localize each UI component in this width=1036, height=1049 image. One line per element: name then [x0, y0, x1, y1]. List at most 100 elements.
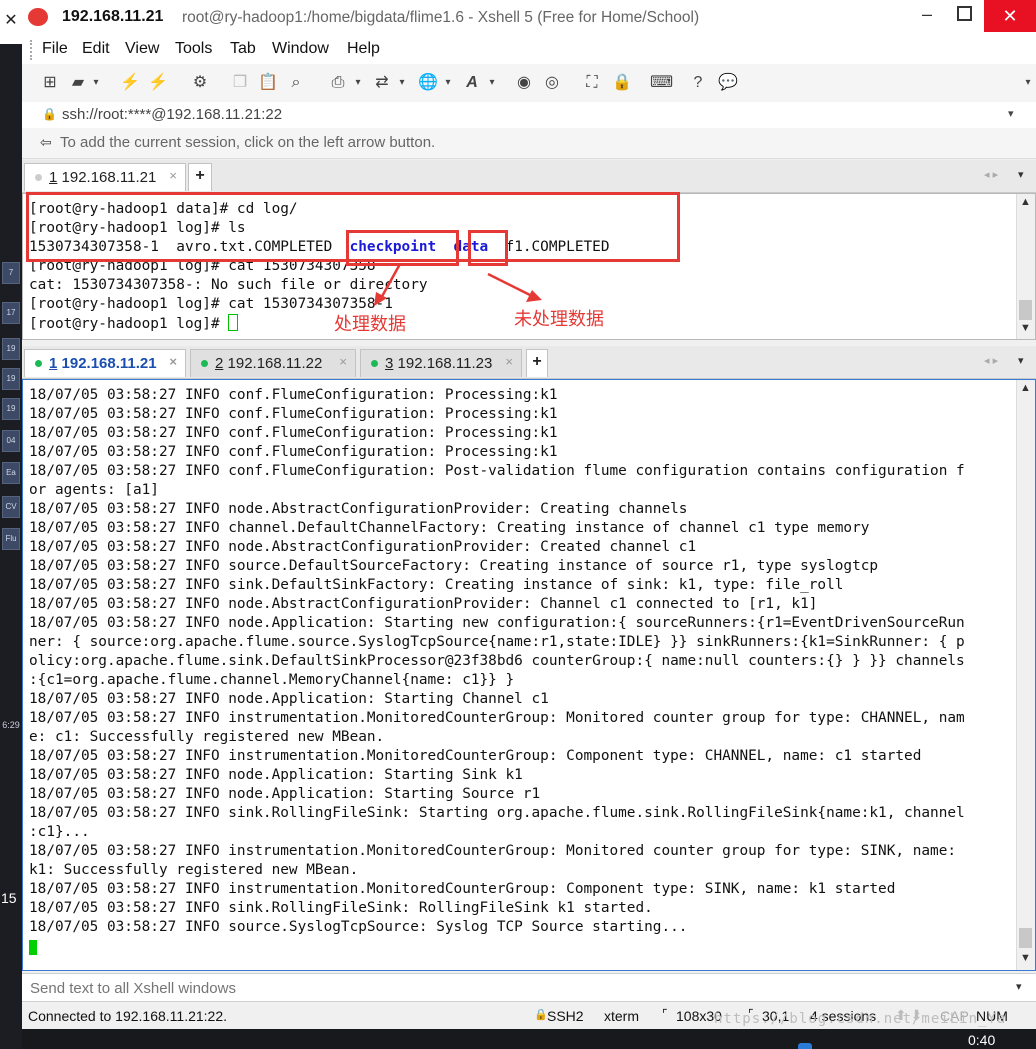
- desktop-icon[interactable]: 04: [2, 430, 20, 452]
- address-bar[interactable]: 🔒 ssh://root:****@192.168.11.21:22 ▾: [22, 102, 1036, 129]
- desktop-icon[interactable]: 17: [2, 302, 20, 324]
- scroll-up-icon[interactable]: ▲: [1020, 196, 1031, 208]
- tab-session-1[interactable]: 1 192.168.11.21 ×: [24, 349, 186, 377]
- menu-tools[interactable]: Tools: [175, 40, 212, 58]
- desktop-icon[interactable]: 19: [2, 398, 20, 420]
- session-address[interactable]: ssh://root:****@192.168.11.21:22: [62, 106, 282, 123]
- chevron-down-icon[interactable]: ▾: [86, 73, 106, 93]
- scroll-thumb[interactable]: [1019, 300, 1032, 320]
- log-line: 18/07/05 03:58:27 INFO node.AbstractConf…: [29, 596, 818, 612]
- log-line: or agents: [a1]: [29, 482, 159, 498]
- tab-scroll-icon[interactable]: ◂ ▸: [984, 168, 998, 181]
- transfer-icon[interactable]: ⇄: [372, 73, 392, 93]
- log-line: 18/07/05 03:58:27 INFO source.SyslogTcpS…: [29, 919, 688, 935]
- log-line: 18/07/05 03:58:27 INFO conf.FlumeConfigu…: [29, 463, 965, 479]
- bottom-scrollbar[interactable]: ▲ ▼: [1016, 380, 1035, 970]
- maximize-icon[interactable]: [957, 6, 972, 21]
- protocol-label: SSH2: [547, 1008, 584, 1024]
- menu-tab[interactable]: Tab: [230, 40, 256, 58]
- close-icon[interactable]: ✕: [984, 0, 1036, 32]
- close-x-icon[interactable]: ✕: [0, 10, 22, 30]
- xmanager-icon[interactable]: ◎: [542, 73, 562, 93]
- resize-icon: ⌜: [662, 1007, 668, 1021]
- scroll-thumb[interactable]: [1019, 928, 1032, 948]
- window-title: root@ry-hadoop1:/home/bigdata/flime1.6 -…: [182, 9, 700, 26]
- chevron-down-icon[interactable]: ▾: [1018, 354, 1024, 367]
- scroll-down-icon[interactable]: ▼: [1020, 322, 1031, 334]
- menu-help[interactable]: Help: [347, 40, 380, 58]
- lock-icon[interactable]: 🔒: [612, 73, 632, 93]
- session-hint-bar: ⇦ To add the current session, click on t…: [22, 128, 1036, 159]
- scroll-down-icon[interactable]: ▼: [1020, 952, 1031, 964]
- tab-host: 192.168.11.22: [227, 355, 323, 372]
- print-icon[interactable]: ⎙: [328, 73, 348, 93]
- chevron-down-icon[interactable]: ▾: [1018, 168, 1024, 181]
- menu-edit[interactable]: Edit: [82, 40, 110, 58]
- tab-session-1[interactable]: 1 192.168.11.21 ×: [24, 163, 186, 191]
- desktop-icon[interactable]: CV: [2, 496, 20, 518]
- send-all-input[interactable]: [28, 977, 992, 999]
- font-icon[interactable]: A: [462, 73, 482, 93]
- close-tab-icon[interactable]: ×: [505, 354, 513, 369]
- annotation-unprocessed-data: 未处理数据: [514, 309, 604, 330]
- new-session-icon[interactable]: ⊞: [40, 73, 60, 93]
- tab-session-3[interactable]: 3 192.168.11.23 ×: [360, 349, 522, 377]
- desktop-icon[interactable]: 7: [2, 262, 20, 284]
- xftp-icon[interactable]: ◉: [514, 73, 534, 93]
- log-line: 18/07/05 03:58:27 INFO node.AbstractConf…: [29, 539, 697, 555]
- chevron-down-icon[interactable]: ▾: [1016, 980, 1022, 993]
- tab-number: 1: [49, 355, 58, 372]
- connect-icon[interactable]: ⚡: [120, 73, 140, 93]
- scroll-up-icon[interactable]: ▲: [1020, 382, 1031, 394]
- menu-file[interactable]: File: [42, 40, 68, 58]
- terminal-cursor: [228, 314, 239, 331]
- desktop-icon[interactable]: 19: [2, 338, 20, 360]
- disconnect-icon[interactable]: ⚡: [148, 73, 168, 93]
- chat-icon[interactable]: 💬: [718, 73, 738, 93]
- log-line: 18/07/05 03:58:27 INFO instrumentation.M…: [29, 881, 896, 897]
- properties-icon[interactable]: ⚙: [190, 73, 210, 93]
- add-tab-button[interactable]: +: [526, 349, 548, 377]
- arrow-icon[interactable]: ⇦: [40, 134, 52, 151]
- log-line: 18/07/05 03:58:27 INFO node.Application:…: [29, 786, 541, 802]
- add-tab-button[interactable]: +: [188, 163, 212, 191]
- chevron-down-icon[interactable]: ▾: [1008, 107, 1014, 120]
- desktop-icon[interactable]: Ea: [2, 462, 20, 484]
- menu-bar: File Edit View Tools Tab Window Help: [22, 36, 1036, 64]
- chevron-down-icon[interactable]: ▾: [482, 73, 502, 93]
- send-to-all-bar[interactable]: ▾: [22, 973, 1036, 1002]
- paste-icon[interactable]: 📋: [258, 73, 278, 93]
- close-tab-icon[interactable]: ×: [339, 354, 347, 369]
- bottom-terminal[interactable]: 18/07/05 03:58:27 INFO conf.FlumeConfigu…: [22, 379, 1036, 971]
- chevron-down-icon[interactable]: ▾: [438, 73, 458, 93]
- tab-session-2[interactable]: 2 192.168.11.22 ×: [190, 349, 356, 377]
- chevron-down-icon[interactable]: ▾: [348, 73, 368, 93]
- window-host: 192.168.11.21: [62, 8, 164, 25]
- globe-icon[interactable]: 🌐: [418, 73, 438, 93]
- desktop-icon[interactable]: Flu: [2, 528, 20, 550]
- fullscreen-icon[interactable]: ⛶: [582, 73, 602, 93]
- connection-status: Connected to 192.168.11.21:22.: [28, 1008, 228, 1024]
- tab-scroll-icon[interactable]: ◂ ▸: [984, 354, 998, 367]
- keyboard-icon[interactable]: ⌨: [650, 73, 673, 93]
- close-tab-icon[interactable]: ×: [169, 168, 177, 183]
- status-bar: Connected to 192.168.11.21:22. 🔒 SSH2 xt…: [22, 1001, 1036, 1030]
- menu-window[interactable]: Window: [272, 40, 329, 58]
- log-line: olicy:org.apache.flume.sink.DefaultSinkP…: [29, 653, 965, 669]
- desktop-icon[interactable]: 19: [2, 368, 20, 390]
- top-scrollbar[interactable]: ▲ ▼: [1016, 194, 1035, 339]
- menu-view[interactable]: View: [125, 40, 159, 58]
- find-icon[interactable]: ⌕: [286, 73, 306, 93]
- log-line: 18/07/05 03:58:27 INFO conf.FlumeConfigu…: [29, 387, 558, 403]
- top-tab-strip: 1 192.168.11.21 × + ◂ ▸ ▾: [22, 160, 1036, 193]
- chevron-down-icon[interactable]: ▾: [1018, 73, 1036, 93]
- chevron-down-icon[interactable]: ▾: [392, 73, 412, 93]
- log-line: 18/07/05 03:58:27 INFO channel.DefaultCh…: [29, 520, 870, 536]
- close-tab-icon[interactable]: ×: [169, 354, 177, 369]
- help-icon[interactable]: ?: [688, 73, 708, 93]
- copy-icon[interactable]: ❐: [230, 73, 250, 93]
- log-line: :c1}...: [29, 824, 90, 840]
- open-folder-icon[interactable]: ▰: [68, 73, 88, 93]
- log-line: 18/07/05 03:58:27 INFO instrumentation.M…: [29, 843, 957, 859]
- minimize-icon[interactable]: –: [922, 4, 932, 25]
